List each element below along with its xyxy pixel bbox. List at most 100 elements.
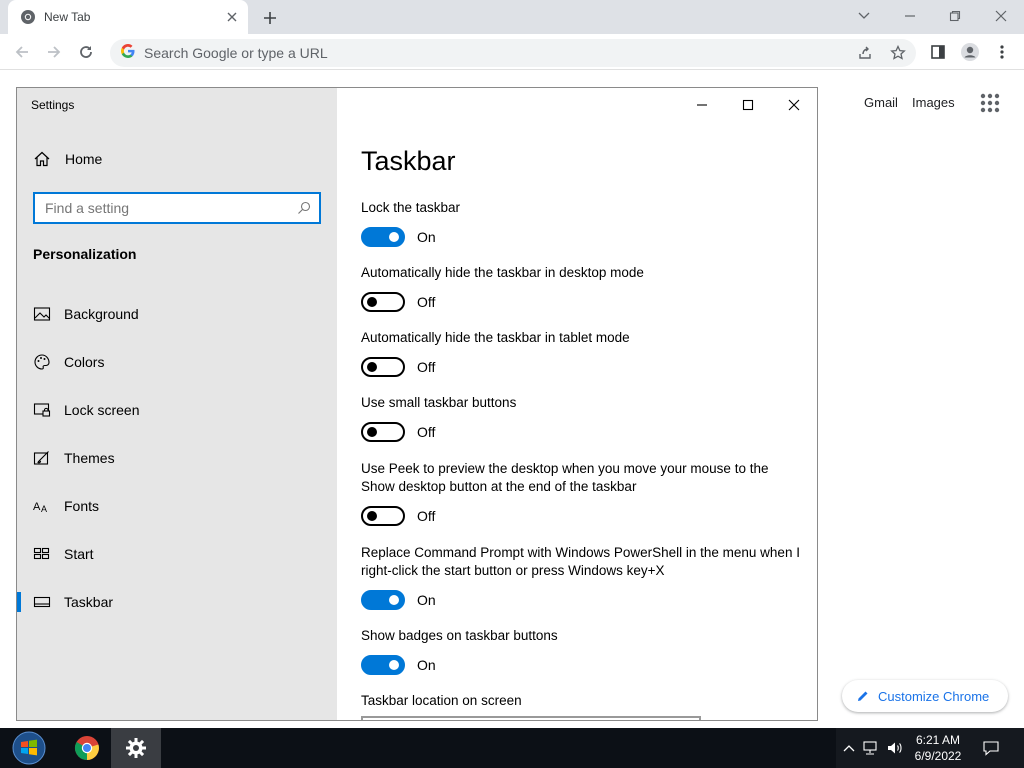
gmail-link[interactable]: Gmail: [864, 95, 898, 110]
settings-sidebar: Settings Home Personalization Background: [17, 88, 337, 720]
toggle-autohide-desktop[interactable]: Off: [361, 292, 435, 312]
nav-item-taskbar[interactable]: Taskbar: [17, 582, 337, 622]
nav-item-colors[interactable]: Colors: [17, 342, 337, 382]
nav-item-label: Start: [64, 546, 94, 562]
clock-time: 6:21 AM: [915, 733, 961, 747]
restore-icon[interactable]: [943, 4, 967, 28]
setting-label: Show badges on taskbar buttons: [361, 628, 558, 643]
action-center-icon[interactable]: [982, 739, 1000, 757]
setting-label: Replace Command Prompt with Windows Powe…: [361, 545, 800, 578]
setting-label: Use Peek to preview the desktop when you…: [361, 461, 769, 494]
bookmark-star-icon[interactable]: [888, 43, 908, 63]
customize-chrome-label: Customize Chrome: [878, 688, 990, 704]
tab-close-icon[interactable]: [224, 9, 240, 25]
taskbar-location-dropdown[interactable]: [361, 716, 701, 720]
settings-window: Settings Home Personalization Background: [16, 87, 818, 721]
settings-window-title: Settings: [31, 98, 75, 112]
setting-label: Lock the taskbar: [361, 200, 461, 215]
nav-item-label: Background: [64, 306, 139, 322]
setting-label: Automatically hide the taskbar in deskto…: [361, 265, 644, 280]
customize-chrome-button[interactable]: Customize Chrome: [842, 680, 1008, 712]
omnibox-input[interactable]: [144, 45, 744, 61]
toggle-state: On: [417, 657, 436, 673]
toggle-state: Off: [417, 508, 436, 524]
palette-icon: [33, 353, 51, 371]
taskbar-icon: [33, 593, 51, 611]
forward-icon[interactable]: [42, 40, 66, 64]
toggle-switch[interactable]: [361, 357, 405, 377]
nav-item-label: Lock screen: [64, 402, 140, 418]
tab-search-icon[interactable]: [852, 4, 876, 28]
address-bar[interactable]: [110, 39, 916, 67]
google-g-icon: [120, 43, 136, 64]
nav-item-lock-screen[interactable]: Lock screen: [17, 390, 337, 430]
settings-close-icon[interactable]: [779, 94, 809, 116]
settings-content: Taskbar Lock the taskbar On Automaticall…: [337, 88, 817, 720]
toggle-switch[interactable]: [361, 422, 405, 442]
toggle-peek[interactable]: Off: [361, 506, 435, 526]
chrome-menu-icon[interactable]: [990, 40, 1014, 64]
nav-item-background[interactable]: Background: [17, 294, 337, 334]
setting-label: Use small taskbar buttons: [361, 395, 517, 410]
new-tab-button[interactable]: [258, 6, 282, 30]
nav-item-fonts[interactable]: AA Fonts: [17, 486, 337, 526]
image-icon: [33, 305, 51, 323]
page-title: Taskbar: [361, 146, 456, 176]
svg-text:A: A: [41, 504, 47, 514]
nav-item-label: Themes: [64, 450, 115, 466]
images-link[interactable]: Images: [912, 95, 955, 110]
find-setting-box[interactable]: [33, 192, 321, 224]
taskbar-chrome-button[interactable]: [62, 728, 112, 768]
chrome-favicon-icon: [20, 9, 36, 25]
toggle-switch[interactable]: [361, 506, 405, 526]
gear-icon: [126, 738, 146, 758]
clock[interactable]: 6:21 AM 6/9/2022: [906, 732, 970, 764]
nav-home[interactable]: Home: [33, 150, 102, 168]
nav-item-themes[interactable]: Themes: [17, 438, 337, 478]
toggle-switch[interactable]: [361, 655, 405, 675]
toggle-state: Off: [417, 359, 436, 375]
nav-item-label: Colors: [64, 354, 105, 370]
nav-item-start[interactable]: Start: [17, 534, 337, 574]
toggle-state: Off: [417, 294, 436, 310]
toggle-switch[interactable]: [361, 227, 405, 247]
volume-icon[interactable]: [886, 739, 904, 757]
toggle-autohide-tablet[interactable]: Off: [361, 357, 435, 377]
toggle-switch[interactable]: [361, 292, 405, 312]
taskbar-settings-button[interactable]: [111, 728, 161, 768]
network-icon[interactable]: [862, 739, 880, 757]
toggle-badges[interactable]: On: [361, 655, 436, 675]
show-hidden-icons-icon[interactable]: [840, 739, 858, 757]
lock-screen-icon: [33, 401, 51, 419]
home-icon: [33, 150, 51, 168]
back-icon[interactable]: [10, 40, 34, 64]
browser-tab[interactable]: New Tab: [8, 0, 248, 34]
svg-text:A: A: [33, 501, 41, 513]
browser-toolbar: [0, 34, 1024, 70]
home-label: Home: [65, 151, 103, 167]
search-icon: [297, 201, 311, 215]
pencil-icon: [858, 691, 868, 701]
find-setting-input[interactable]: [35, 200, 285, 216]
section-heading: Personalization: [33, 246, 137, 262]
toggle-powershell[interactable]: On: [361, 590, 436, 610]
start-button[interactable]: [8, 729, 50, 767]
toggle-lock-taskbar[interactable]: On: [361, 227, 436, 247]
close-browser-icon[interactable]: [989, 4, 1013, 28]
share-icon[interactable]: [855, 43, 875, 63]
side-panel-icon[interactable]: [926, 40, 950, 64]
start-icon: [33, 545, 51, 563]
browser-tab-strip: New Tab: [0, 0, 1024, 34]
profile-avatar-icon[interactable]: [958, 40, 982, 64]
toggle-switch[interactable]: [361, 590, 405, 610]
minimize-icon[interactable]: [898, 4, 922, 28]
toggle-state: On: [417, 229, 436, 245]
google-apps-icon[interactable]: [978, 91, 1002, 115]
tab-title: New Tab: [44, 10, 91, 24]
settings-maximize-icon[interactable]: [733, 94, 763, 116]
settings-minimize-icon[interactable]: [687, 94, 717, 116]
chrome-icon: [74, 736, 99, 760]
toggle-small-buttons[interactable]: Off: [361, 422, 435, 442]
reload-icon[interactable]: [74, 40, 98, 64]
toggle-state: On: [417, 592, 436, 608]
